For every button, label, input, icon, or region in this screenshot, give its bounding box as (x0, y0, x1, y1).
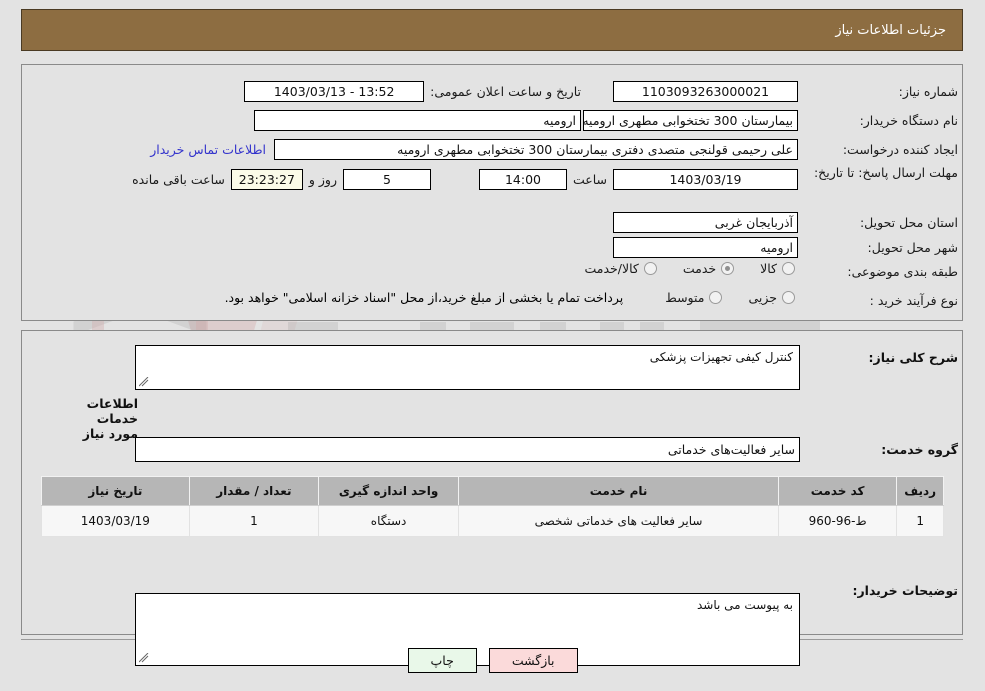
deadline-date: 1403/03/19 (613, 169, 798, 190)
cell-radif: 1 (896, 505, 944, 537)
buyer-contact-link[interactable]: اطلاعات تماس خریدار (150, 142, 266, 157)
table-row: 1 ط-96-960 سایر فعالیت های خدماتی شخصی د… (41, 505, 944, 537)
countdown-label: ساعت باقی مانده (132, 172, 225, 187)
need-number-value: 1103093263000021 (613, 81, 798, 102)
cell-date: 1403/03/19 (41, 505, 190, 537)
announce-label: تاریخ و ساعت اعلان عمومی: (430, 84, 581, 99)
deadline-label: مهلت ارسال پاسخ: تا تاریخ: (813, 165, 958, 180)
buyer-notes-label: توضیحات خریدار: (852, 583, 958, 598)
remaining-days: 5 (342, 169, 431, 190)
payment-note: پرداخت تمام یا بخشی از مبلغ خرید،از محل … (224, 290, 624, 305)
table-header-row: ردیف کد خدمت نام خدمت واحد اندازه گیری ت… (41, 476, 944, 506)
creator-value: علی رحیمی قولنجی متصدی دفتری بیمارستان 3… (274, 139, 798, 160)
category-label: طبقه بندی موضوعی: (847, 264, 958, 279)
radio-icon-motavaset[interactable] (709, 291, 723, 304)
footer-button-bar: بازگشت چاپ (0, 648, 985, 673)
category-option-kala-label: کالا (760, 261, 777, 276)
deadline-row: 1403/03/19 ساعت 14:00 5 روز و 23:23:27 س… (126, 169, 798, 190)
city-label: شهر محل تحویل: (867, 240, 958, 255)
back-button[interactable]: بازگشت (488, 648, 578, 673)
print-button[interactable]: چاپ (407, 648, 477, 673)
deadline-time: 14:00 (478, 169, 567, 190)
cell-name: سایر فعالیت های خدماتی شخصی (458, 505, 779, 537)
category-option-kala[interactable]: کالا (760, 261, 795, 276)
category-option-khedmat-label: خدمت (682, 261, 717, 276)
service-group-label: گروه خدمت: (881, 442, 958, 457)
cell-qty: 1 (188, 505, 320, 537)
overview-value: کنترل کیفی تجهیزات پزشکی (649, 350, 793, 364)
province-label: استان محل تحویل: (859, 215, 958, 230)
process-option-motavaset-label: متوسط (665, 290, 705, 305)
col-header-date: تاریخ نیاز (41, 476, 190, 506)
overview-textarea[interactable]: کنترل کیفی تجهیزات پزشکی (135, 345, 800, 390)
announce-value: 13:52 - 1403/03/13 (244, 81, 425, 102)
countdown-timer: 23:23:27 (230, 169, 303, 190)
need-number-label: شماره نیاز: (898, 84, 958, 99)
creator-label: ایجاد کننده درخواست: (842, 142, 958, 157)
radio-icon-kala[interactable] (782, 262, 795, 275)
province-value: آذربایجان غربی (613, 212, 798, 233)
col-header-name: نام خدمت (458, 476, 779, 506)
cell-code: ط-96-960 (777, 505, 898, 537)
city-value: ارومیه (613, 237, 798, 258)
category-option-kala-khedmat[interactable]: کالا/خدمت (584, 261, 657, 276)
col-header-unit: واحد اندازه گیری (318, 476, 460, 506)
radio-icon-khedmat[interactable] (721, 262, 735, 275)
deadline-hour-label: ساعت (572, 172, 607, 187)
page-root: جزئیات اطلاعات نیاز شماره نیاز: 11030932… (0, 0, 985, 691)
resize-grip-icon[interactable] (139, 377, 149, 387)
radio-icon-kala-khedmat[interactable] (643, 262, 657, 275)
services-heading: اطلاعات خدمات مورد نیاز (82, 396, 138, 441)
buyer-notes-value: به پیوست می باشد (697, 598, 793, 612)
buyer-org-value-secondary: ارومیه (254, 110, 581, 131)
cell-unit: دستگاه (318, 505, 460, 537)
overview-label: شرح کلی نیاز: (868, 350, 958, 365)
process-radio-group: جزیی متوسط پرداخت تمام یا بخشی از مبلغ خ… (225, 290, 795, 305)
buyer-org-row: بیمارستان 300 تختخوابی مطهری ارومیه اروم… (254, 110, 798, 131)
service-group-value: سایر فعالیت‌های خدماتی (135, 437, 800, 462)
services-table: ردیف کد خدمت نام خدمت واحد اندازه گیری ت… (41, 476, 944, 537)
creator-row: علی رحیمی قولنجی متصدی دفتری بیمارستان 3… (150, 139, 798, 160)
buyer-org-value: بیمارستان 300 تختخوابی مطهری ارومیه (583, 110, 798, 131)
announce-row: تاریخ و ساعت اعلان عمومی: 13:52 - 1403/0… (244, 81, 587, 102)
category-radio-group: کالا خدمت کالا/خدمت (562, 261, 795, 276)
process-label: نوع فرآیند خرید : (869, 293, 958, 308)
need-number-row: 1103093263000021 (613, 81, 798, 102)
category-option-khedmat[interactable]: خدمت (682, 261, 735, 276)
city-row: ارومیه (613, 237, 798, 258)
province-row: آذربایجان غربی (613, 212, 798, 233)
col-header-code: کد خدمت (777, 476, 898, 506)
buyer-org-label: نام دستگاه خریدار: (859, 113, 958, 128)
page-title: جزئیات اطلاعات نیاز (835, 22, 946, 38)
process-option-jozei-label: جزیی (748, 290, 777, 305)
col-header-radif: ردیف (896, 476, 944, 506)
window-title-bar: جزئیات اطلاعات نیاز (21, 9, 963, 51)
col-header-qty: تعداد / مقدار (188, 476, 320, 506)
process-option-jozei[interactable]: جزیی (748, 290, 795, 305)
category-option-kala-khedmat-label: کالا/خدمت (584, 261, 639, 276)
days-label: روز و (308, 172, 337, 187)
process-option-motavaset[interactable]: متوسط (665, 290, 723, 305)
radio-icon-jozei[interactable] (782, 291, 795, 304)
need-info-panel (21, 64, 963, 321)
